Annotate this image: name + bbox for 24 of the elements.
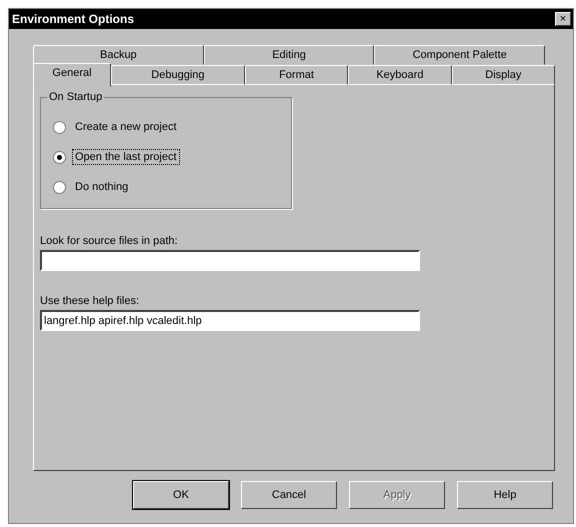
dialog-button[interactable]: Help — [457, 481, 553, 509]
field-label: Use these help files: — [40, 295, 140, 307]
dialog-button[interactable]: Cancel — [241, 481, 337, 509]
radio-button[interactable] — [53, 180, 66, 194]
radio-label[interactable]: Create a new project — [72, 119, 180, 135]
radio-button[interactable] — [53, 150, 66, 164]
tab[interactable]: Format — [244, 65, 348, 85]
tab[interactable]: General — [33, 63, 111, 87]
group-title: On Startup — [47, 91, 104, 103]
dialog-button[interactable]: OK — [133, 481, 229, 509]
radio-label[interactable]: Do nothing — [72, 179, 132, 195]
radio-label[interactable]: Open the last project — [72, 149, 180, 165]
input-field[interactable]: langref.hlp apiref.hlp vcaledit.hlp — [40, 310, 420, 331]
tab[interactable]: Debugging — [111, 65, 245, 85]
tab[interactable]: Component Palette — [374, 45, 546, 65]
input-field[interactable] — [40, 250, 420, 271]
tab[interactable]: Backup — [33, 45, 204, 65]
field-label: Look for source files in path: — [40, 235, 179, 247]
window-title: Environment Options — [12, 12, 134, 26]
tab[interactable]: Editing — [204, 45, 374, 65]
tab[interactable]: Keyboard — [348, 65, 452, 85]
radio-button[interactable] — [53, 120, 66, 134]
tab[interactable]: Display — [452, 65, 555, 85]
close-button[interactable]: × — [555, 12, 571, 26]
